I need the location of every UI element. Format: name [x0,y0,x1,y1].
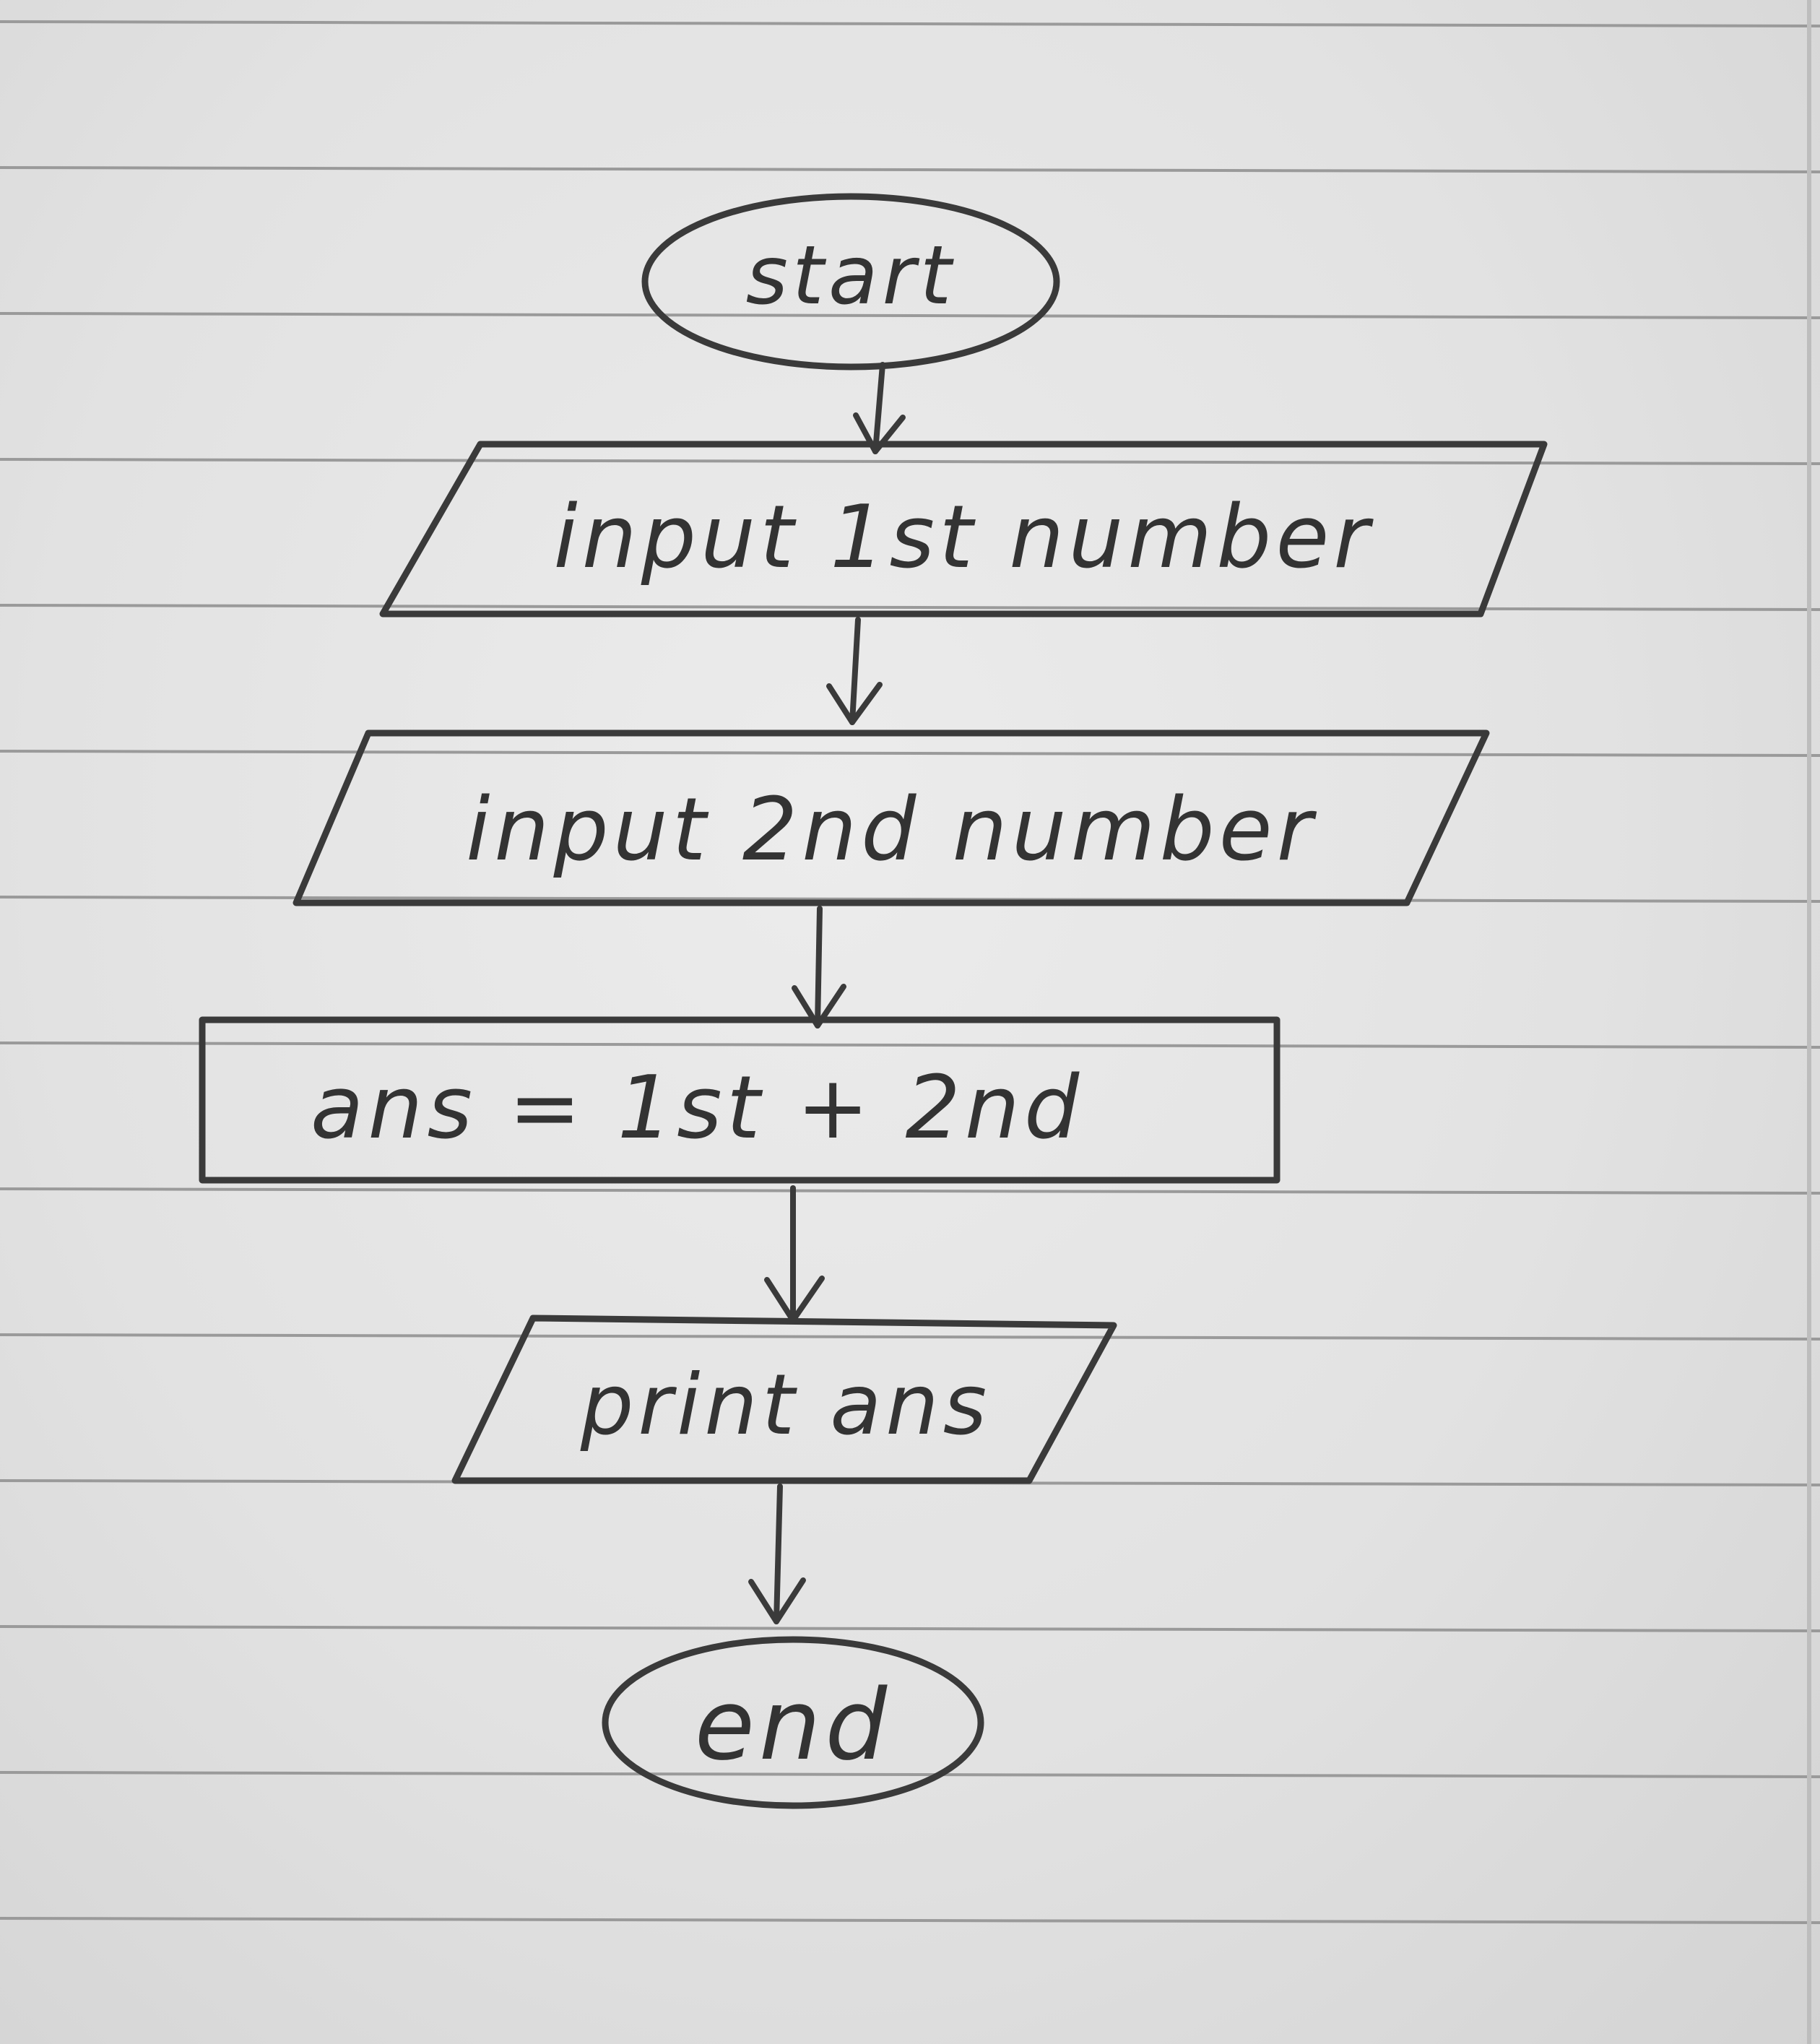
edge-output-to-end [748,1484,806,1624]
edge-process-to-output [764,1185,825,1323]
start-label: start [746,229,956,323]
arrow-start-input1 [872,362,885,454]
node-process: ans = 1st + 2nd [199,1016,1280,1184]
node-start: start [641,193,1060,371]
input2-label: input 2nd number [466,780,1317,880]
arrow-input2-process [815,906,823,1029]
output-label: print ans [580,1356,991,1454]
arrow-output-end [774,1484,783,1624]
arrow-input1-input2 [849,617,861,725]
edge-input1-to-input2 [826,617,883,725]
end-label: end [695,1668,891,1782]
node-end: end [602,1636,984,1809]
node-print-ans: print ans [451,1315,1117,1484]
flowchart-diagram: start input 1st number input 2nd number … [199,193,1548,1809]
edge-input2-to-process [792,906,846,1029]
edge-start-to-input1 [853,362,906,454]
input1-label: input 1st number [553,488,1374,588]
process-label: ans = 1st + 2nd [311,1058,1083,1159]
node-input-1st-number: input 1st number [379,441,1548,618]
node-input-2nd-number: input 2nd number [292,729,1490,906]
